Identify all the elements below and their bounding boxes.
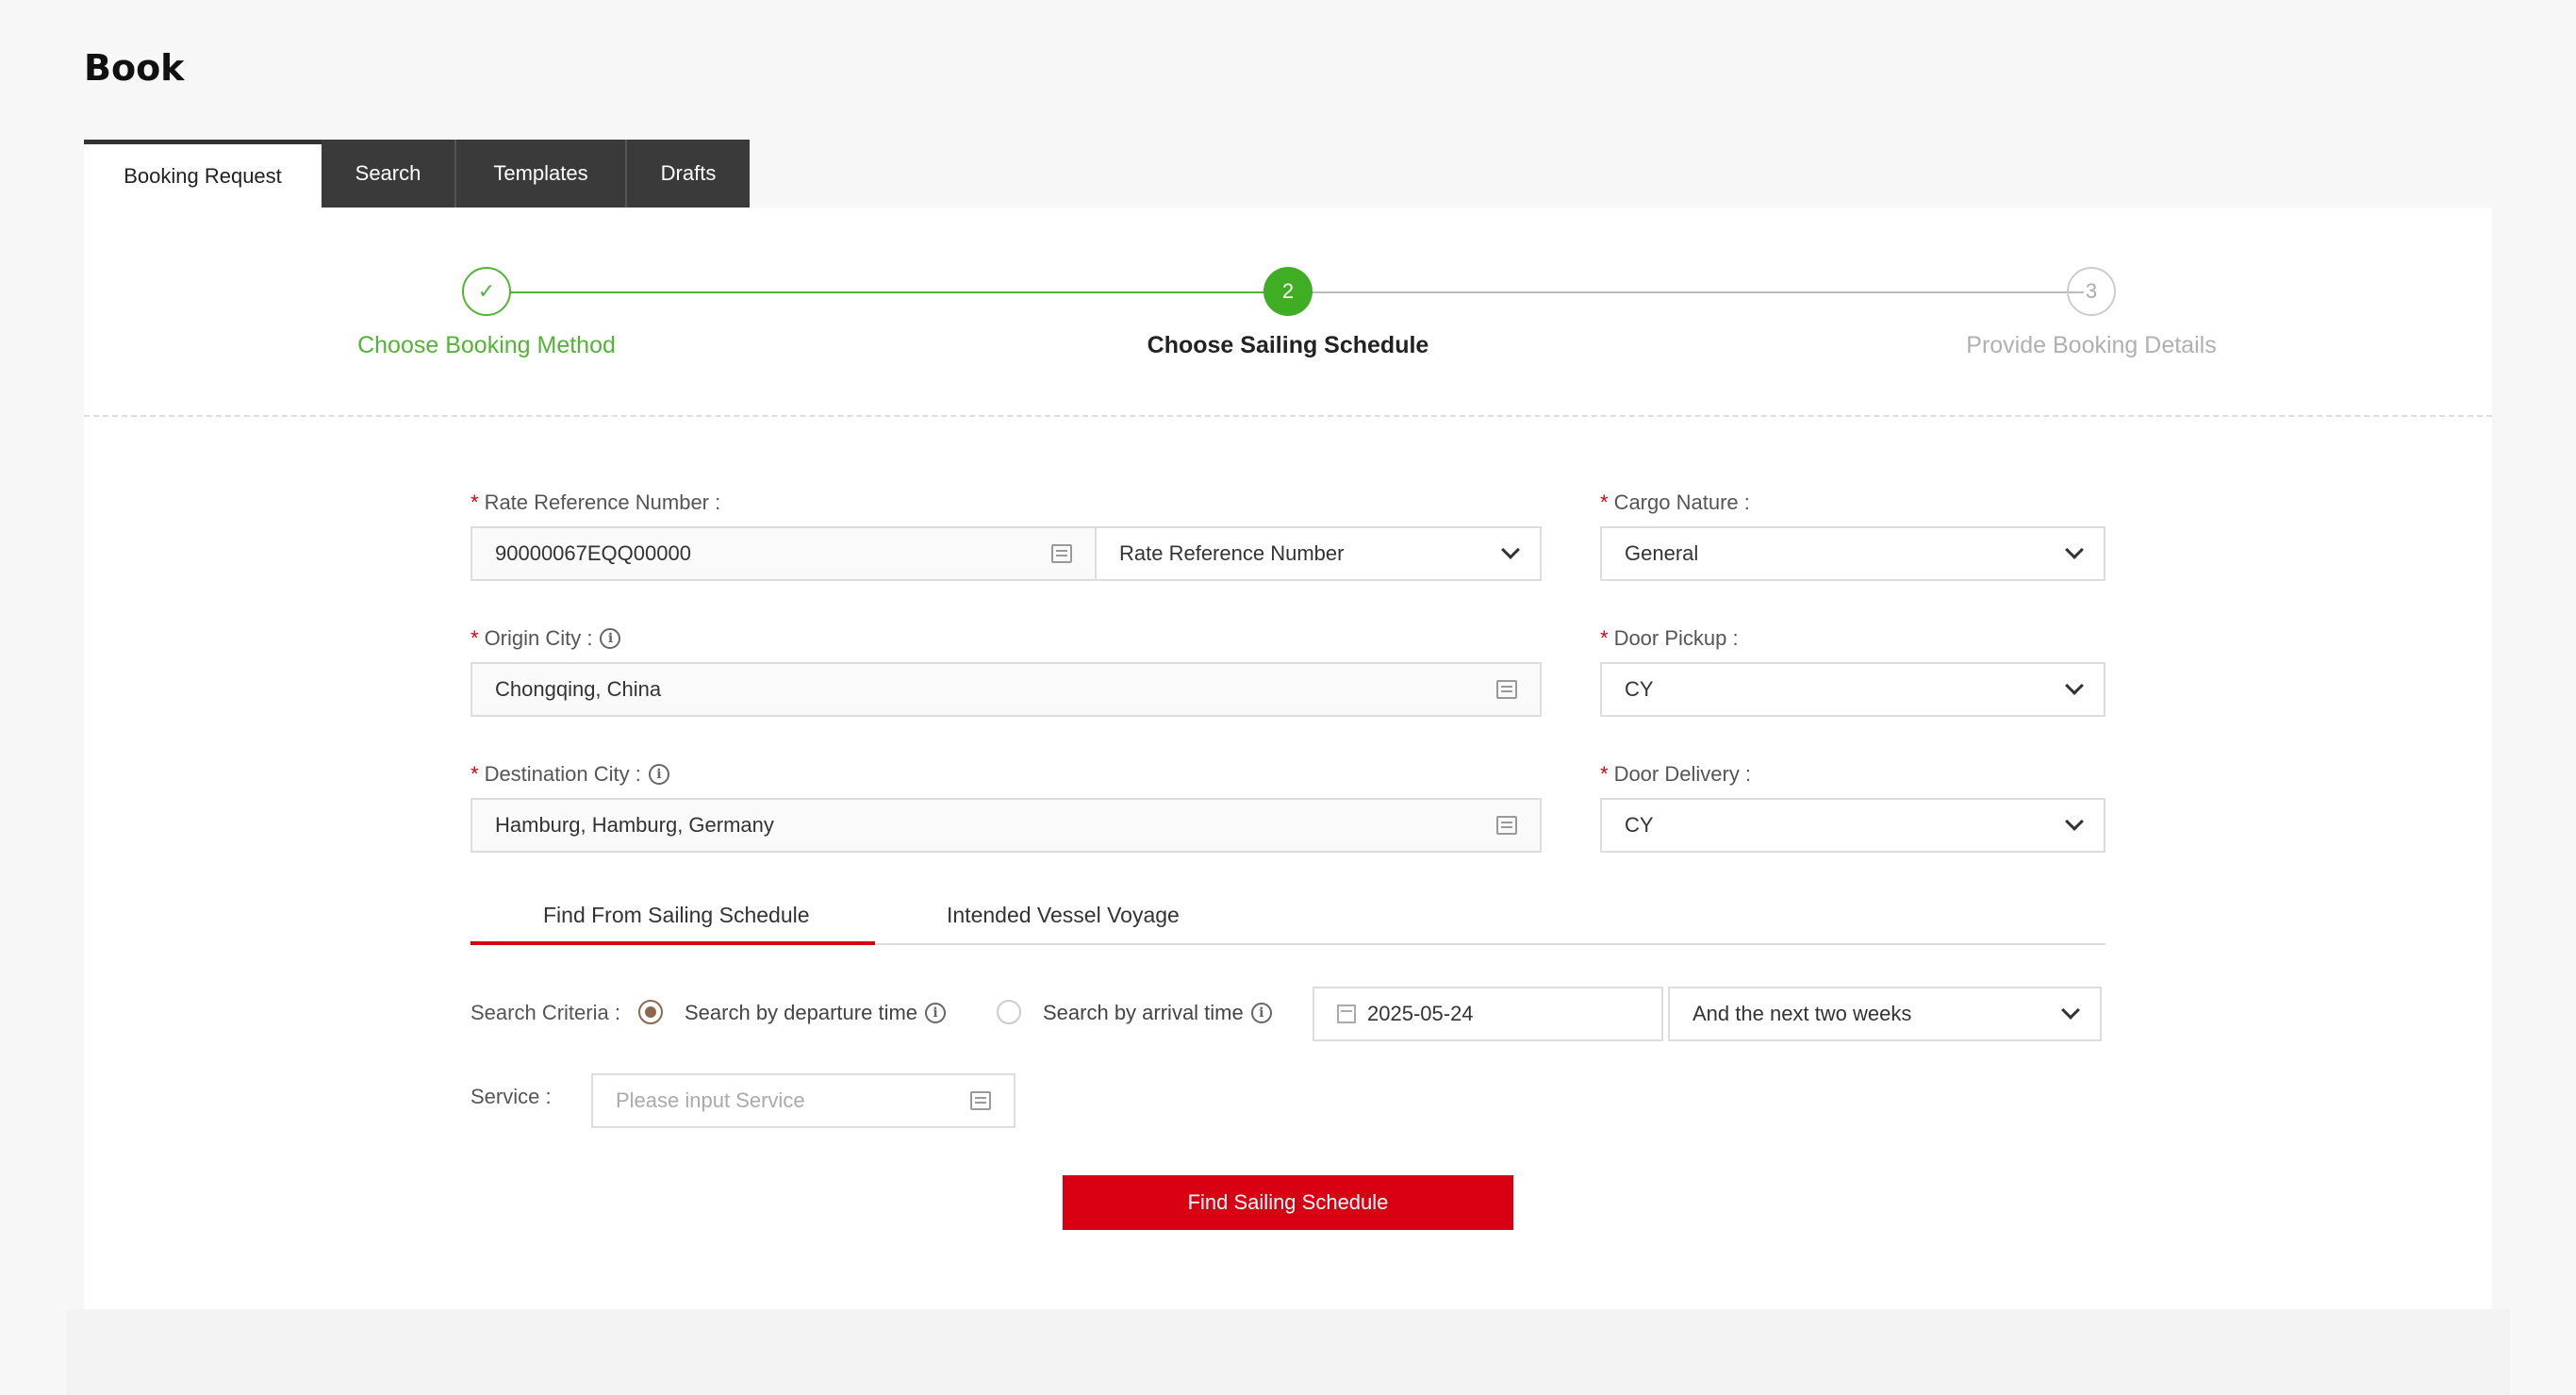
search-by-arrival-label[interactable]: Search by arrival time i — [1043, 1001, 1272, 1025]
page-title: Book — [84, 47, 185, 89]
radio-search-by-arrival[interactable] — [997, 1000, 1021, 1024]
door-delivery-label-text: Door Delivery : — [1613, 762, 1752, 786]
step-connector-done — [511, 291, 1263, 293]
tab-templates[interactable]: Templates — [456, 140, 627, 208]
tab-find-from-sailing-schedule[interactable]: Find From Sailing Schedule — [543, 903, 810, 928]
origin-city-label: * Origin City : i — [471, 626, 621, 651]
required-mark: * — [1600, 490, 1609, 514]
door-delivery-value: CY — [1625, 813, 1654, 837]
rate-reference-label: * Rate Reference Number : — [471, 490, 720, 515]
door-pickup-label-text: Door Pickup : — [1613, 626, 1739, 650]
destination-city-label: * Destination City : i — [471, 762, 669, 787]
search-criteria-label: Search Criteria : — [471, 1001, 620, 1024]
calendar-icon — [1337, 1005, 1356, 1023]
door-pickup-select[interactable]: CY — [1600, 662, 2105, 717]
origin-city-value: Chongqing, China — [495, 677, 662, 701]
date-value: 2025-05-24 — [1367, 1002, 1474, 1025]
info-icon[interactable]: i — [925, 1003, 947, 1023]
date-picker[interactable]: 2025-05-24 — [1313, 987, 1663, 1041]
cargo-nature-value: General — [1625, 541, 1699, 565]
chevron-down-icon — [2065, 812, 2084, 831]
door-delivery-select[interactable]: CY — [1600, 798, 2105, 853]
origin-city-label-text: Origin City : — [484, 626, 593, 650]
tab-search[interactable]: Search — [322, 140, 456, 208]
rate-reference-input[interactable]: 90000067EQQ00000 — [471, 526, 1097, 581]
info-icon[interactable]: i — [648, 764, 669, 785]
date-range-select[interactable]: And the next two weeks — [1668, 987, 2102, 1041]
required-mark: * — [1600, 626, 1609, 650]
rate-reference-label-text: Rate Reference Number : — [484, 490, 721, 514]
step-3-label: Provide Booking Details — [1966, 332, 2217, 358]
destination-city-value: Hamburg, Hamburg, Germany — [495, 813, 774, 837]
step-3-indicator: 3 — [2067, 267, 2116, 316]
chevron-down-icon — [2065, 540, 2084, 559]
door-pickup-label: * Door Pickup : — [1600, 626, 1739, 651]
tab-intended-vessel-voyage[interactable]: Intended Vessel Voyage — [947, 903, 1180, 928]
chevron-down-icon — [2061, 1001, 2080, 1020]
step-1-label: Choose Booking Method — [357, 332, 616, 358]
keyboard-icon[interactable] — [1496, 680, 1517, 699]
search-by-arrival-text: Search by arrival time — [1043, 1001, 1244, 1024]
tab-drafts[interactable]: Drafts — [627, 140, 750, 208]
rate-reference-type-value: Rate Reference Number — [1119, 541, 1345, 565]
door-pickup-value: CY — [1625, 677, 1654, 701]
rate-reference-type-select[interactable]: Rate Reference Number — [1095, 526, 1542, 581]
step-2-label: Choose Sailing Schedule — [1147, 332, 1429, 358]
progress-stepper: ✓ 2 3 Choose Booking Method Choose Saili… — [84, 208, 2492, 417]
chevron-down-icon — [2065, 676, 2084, 695]
service-placeholder: Please input Service — [616, 1088, 805, 1112]
service-input[interactable]: Please input Service — [591, 1073, 1016, 1128]
cargo-nature-label-text: Cargo Nature : — [1613, 490, 1750, 514]
booking-card: ✓ 2 3 Choose Booking Method Choose Saili… — [84, 208, 2492, 1309]
required-mark: * — [471, 762, 479, 786]
check-icon: ✓ — [462, 267, 511, 316]
search-by-departure-text: Search by departure time — [685, 1001, 918, 1024]
step-2-indicator: 2 — [1263, 267, 1313, 316]
required-mark: * — [1600, 762, 1609, 786]
main-tabs: Booking Request Search Templates Drafts — [84, 140, 750, 208]
find-sailing-schedule-button[interactable]: Find Sailing Schedule — [1063, 1175, 1513, 1230]
rate-reference-value: 90000067EQQ00000 — [495, 541, 691, 565]
footer-area — [66, 1309, 2510, 1395]
tab-active-indicator — [471, 941, 875, 945]
cargo-nature-select[interactable]: General — [1600, 526, 2105, 581]
info-icon[interactable]: i — [1250, 1003, 1272, 1023]
origin-city-input[interactable]: Chongqing, China — [471, 662, 1542, 717]
cargo-nature-label: * Cargo Nature : — [1600, 490, 1750, 515]
required-mark: * — [471, 626, 479, 650]
step-connector-pending — [1313, 291, 2084, 293]
keyboard-icon[interactable] — [1496, 816, 1517, 835]
radio-search-by-departure[interactable] — [638, 1000, 663, 1024]
destination-city-input[interactable]: Hamburg, Hamburg, Germany — [471, 798, 1542, 853]
date-range-value: And the next two weeks — [1693, 1002, 1912, 1025]
destination-city-label-text: Destination City : — [484, 762, 641, 786]
info-icon[interactable]: i — [600, 628, 621, 649]
door-delivery-label: * Door Delivery : — [1600, 762, 1751, 787]
service-label: Service : — [471, 1085, 552, 1108]
keyboard-icon[interactable] — [970, 1091, 991, 1110]
keyboard-icon[interactable] — [1051, 544, 1072, 563]
chevron-down-icon — [1501, 540, 1520, 559]
tab-booking-request[interactable]: Booking Request — [84, 140, 322, 208]
search-by-departure-label[interactable]: Search by departure time i — [685, 1001, 947, 1025]
required-mark: * — [471, 490, 479, 514]
